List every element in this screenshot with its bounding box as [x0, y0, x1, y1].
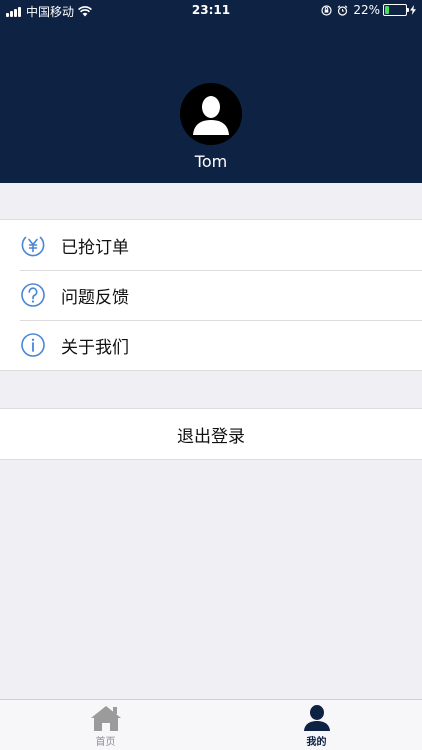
tab-label: 我的 [306, 737, 327, 748]
alarm-icon [337, 4, 348, 16]
menu-item-label: 已抢订单 [61, 237, 129, 258]
menu-item-orders[interactable]: 已抢订单 [0, 220, 422, 270]
yen-icon [21, 236, 45, 257]
tab-home[interactable]: 首页 [0, 700, 211, 750]
menu-list: 已抢订单 问题反馈 关于我们 [0, 219, 422, 371]
tab-label: 首页 [95, 737, 116, 748]
username: Tom [194, 152, 228, 171]
menu-item-label: 关于我们 [61, 337, 129, 358]
question-icon [21, 283, 45, 307]
user-icon [303, 705, 330, 731]
menu-item-label: 问题反馈 [61, 287, 129, 308]
tab-mine[interactable]: 我的 [211, 700, 422, 750]
logout-button[interactable]: 退出登录 [0, 408, 422, 460]
menu-item-about[interactable]: 关于我们 [0, 320, 422, 370]
profile-header: 中国移动 23:11 22% Tom [0, 0, 422, 183]
orientation-lock-icon [321, 4, 332, 16]
battery-icon [383, 4, 409, 16]
menu-item-feedback[interactable]: 问题反馈 [0, 270, 422, 320]
battery-percent: 22% [353, 3, 380, 17]
info-icon [21, 333, 45, 357]
status-bar: 中国移动 23:11 22% [0, 0, 422, 22]
home-icon [90, 706, 121, 731]
avatar[interactable] [180, 83, 242, 145]
avatar-user-icon [180, 83, 242, 145]
tab-bar: 首页 我的 [0, 699, 422, 750]
charging-bolt-icon [410, 5, 416, 15]
